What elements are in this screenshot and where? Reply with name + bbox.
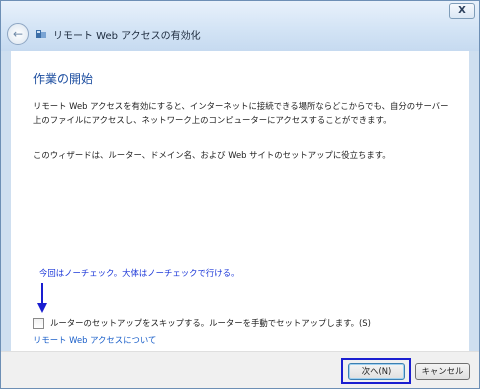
skip-router-setup-checkbox[interactable] <box>33 317 44 329</box>
remote-web-access-icon <box>36 30 46 38</box>
description-paragraph: リモート Web アクセスを有効にすると、インターネットに接続できる場所ならどこ… <box>33 101 449 125</box>
title-bar: X ← リモート Web アクセスの有効化 <box>1 1 479 51</box>
back-button[interactable]: ← <box>7 23 29 45</box>
skip-router-setup-option[interactable]: ルーターのセットアップをスキップする。ルーターを手動でセットアップします。(S) <box>33 317 371 329</box>
close-button[interactable]: X <box>449 3 475 19</box>
wizard-purpose-paragraph: このウィザードは、ルーター、ドメイン名、および Web サイトのセットアップに役… <box>33 150 391 160</box>
next-button[interactable]: 次へ(N) <box>348 363 405 380</box>
wizard-window: X ← リモート Web アクセスの有効化 作業の開始 リモート Web アクセ… <box>0 0 480 389</box>
cancel-button[interactable]: キャンセル <box>415 363 470 380</box>
annotation-note: 今回はノーチェック。大体はノーチェックで行ける。 <box>39 268 240 278</box>
back-arrow-icon: ← <box>12 27 24 41</box>
page-heading: 作業の開始 <box>33 72 94 86</box>
wizard-content: 作業の開始 リモート Web アクセスを有効にすると、インターネットに接続できる… <box>11 51 469 351</box>
window-title: リモート Web アクセスの有効化 <box>53 31 201 42</box>
skip-router-setup-label[interactable]: ルーターのセットアップをスキップする。ルーターを手動でセットアップします。(S) <box>50 317 371 329</box>
close-icon: X <box>458 5 466 16</box>
wizard-footer: 次へ(N) キャンセル <box>1 351 479 388</box>
about-remote-web-access-link[interactable]: リモート Web アクセスについて <box>33 334 156 346</box>
down-arrow-icon <box>37 283 47 313</box>
